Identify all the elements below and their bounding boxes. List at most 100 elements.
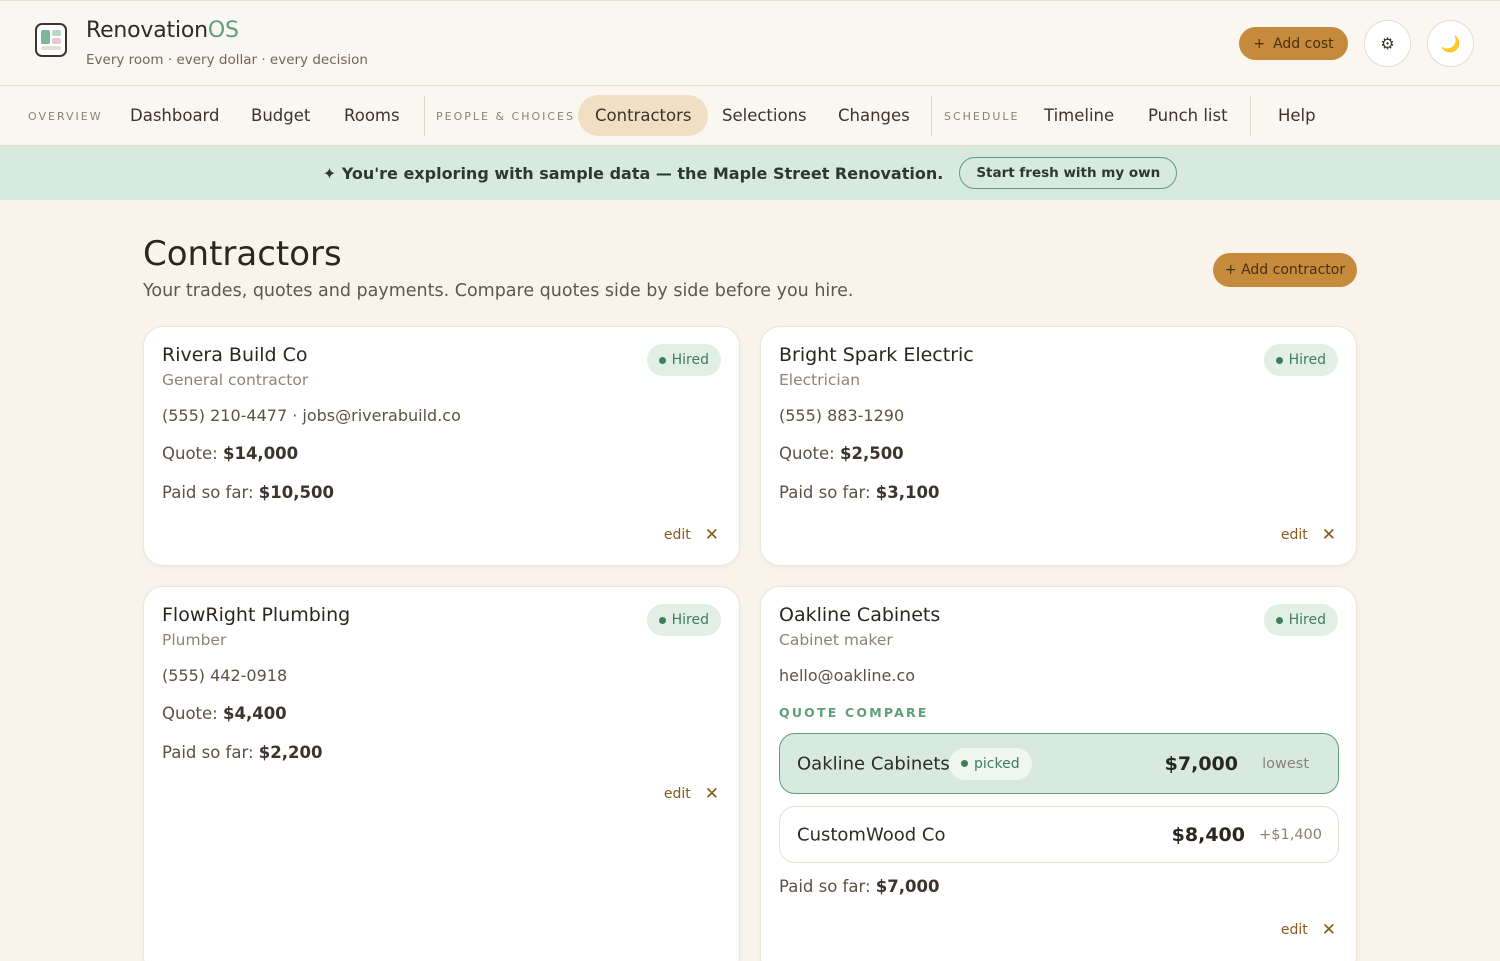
nav-item-rooms[interactable]: Rooms <box>327 95 417 136</box>
contractor-name: Bright Spark Electric <box>779 344 974 366</box>
nav-item-budget[interactable]: Budget <box>234 95 327 136</box>
contractor-contact: (555) 442-0918 <box>162 666 288 685</box>
quote-note: +$1,400 <box>1259 826 1322 843</box>
contractor-contact: (555) 883-1290 <box>779 406 905 425</box>
quote-value: $2,500 <box>839 444 904 463</box>
status-dot-icon <box>1275 356 1283 364</box>
nav-item-help[interactable]: Help <box>1261 95 1333 136</box>
status-badge: Hired <box>646 604 721 636</box>
app-brand: RenovationOS <box>86 18 239 43</box>
nav-item-dashboard[interactable]: Dashboard <box>113 95 237 136</box>
status-badge: Hired <box>1263 604 1338 636</box>
quote-vendor-name: CustomWood Co <box>797 824 946 845</box>
add-cost-label: Add cost <box>1273 35 1334 52</box>
theme-toggle-button[interactable]: 🌙 <box>1427 20 1474 67</box>
status-label: Hired <box>671 612 709 628</box>
paid-label: Paid so far: <box>779 483 871 502</box>
contractor-card: Rivera Build Co General contractor Hired… <box>143 326 740 566</box>
close-icon[interactable]: ✕ <box>705 525 719 545</box>
quote-compare-row-picked[interactable]: Oakline Cabinets picked $7,000 lowest <box>779 733 1339 794</box>
start-fresh-button[interactable]: Start fresh with my own <box>959 157 1178 189</box>
page-subtitle: Your trades, quotes and payments. Compar… <box>143 281 854 301</box>
edit-link[interactable]: edit <box>664 786 691 802</box>
card-actions: edit ✕ <box>1281 920 1336 940</box>
paid-label: Paid so far: <box>779 877 871 896</box>
quote-label: Quote: <box>779 444 835 463</box>
paid-value: $2,200 <box>258 743 323 762</box>
contractor-contact: hello@oakline.co <box>779 666 916 685</box>
quote-line: Quote: $2,500 <box>779 444 904 463</box>
app-logo-icon <box>35 23 67 57</box>
close-icon[interactable]: ✕ <box>1322 920 1336 940</box>
paid-line: Paid so far: $10,500 <box>162 483 334 502</box>
nav-group-overview: OVERVIEW <box>28 109 103 123</box>
nav-item-selections[interactable]: Selections <box>705 95 824 136</box>
paid-value: $3,100 <box>875 483 940 502</box>
status-label: Hired <box>671 352 709 368</box>
contractor-card: FlowRight Plumbing Plumber Hired (555) 4… <box>143 586 740 961</box>
close-icon[interactable]: ✕ <box>705 784 719 804</box>
settings-button[interactable]: ⚙ <box>1364 20 1411 67</box>
sample-data-banner: ✦ You're exploring with sample data — th… <box>0 146 1500 200</box>
status-dot-icon <box>658 356 666 364</box>
status-badge: Hired <box>1263 344 1338 376</box>
paid-label: Paid so far: <box>162 743 254 762</box>
add-cost-button[interactable]: + Add cost <box>1239 27 1348 60</box>
paid-value: $7,000 <box>875 877 940 896</box>
nav-item-contractors[interactable]: Contractors <box>578 95 709 136</box>
app-tagline: Every room · every dollar · every decisi… <box>86 52 368 68</box>
add-contractor-button[interactable]: + Add contractor <box>1213 253 1357 287</box>
contractor-role: Electrician <box>779 371 861 389</box>
edit-link[interactable]: edit <box>1281 922 1308 938</box>
paid-line: Paid so far: $7,000 <box>779 877 939 896</box>
contractor-name: Rivera Build Co <box>162 344 308 366</box>
status-label: Hired <box>1288 612 1326 628</box>
status-dot-icon <box>658 616 666 624</box>
quote-compare-heading: QUOTE COMPARE <box>779 705 929 720</box>
nav-item-timeline[interactable]: Timeline <box>1027 95 1131 136</box>
quote-amount: $8,400 <box>1171 823 1245 846</box>
edit-link[interactable]: edit <box>664 527 691 543</box>
quote-label: Quote: <box>162 444 218 463</box>
contractor-role: Cabinet maker <box>779 631 893 649</box>
contractor-card: Bright Spark Electric Electrician Hired … <box>760 326 1357 566</box>
nav-divider <box>931 96 932 136</box>
contractor-contact: (555) 210-4477 · jobs@riverabuild.co <box>162 406 461 425</box>
contractor-name: FlowRight Plumbing <box>162 604 351 626</box>
paid-line: Paid so far: $3,100 <box>779 483 939 502</box>
paid-line: Paid so far: $2,200 <box>162 743 322 762</box>
gear-icon: ⚙ <box>1380 34 1395 53</box>
close-icon[interactable]: ✕ <box>1322 525 1336 545</box>
nav-item-changes[interactable]: Changes <box>821 95 927 136</box>
contractor-role: Plumber <box>162 631 227 649</box>
page-title: Contractors <box>143 234 342 274</box>
edit-link[interactable]: edit <box>1281 527 1308 543</box>
contractor-card: Oakline Cabinets Cabinet maker Hired hel… <box>760 586 1357 961</box>
banner-text: ✦ You're exploring with sample data — th… <box>322 163 944 183</box>
status-badge: Hired <box>646 344 721 376</box>
quote-amount: $7,000 <box>1164 752 1238 775</box>
nav-divider <box>1250 96 1251 136</box>
picked-dot-icon <box>961 760 968 767</box>
picked-label: picked <box>974 755 1020 772</box>
moon-icon: 🌙 <box>1440 34 1461 53</box>
quote-compare-row[interactable]: CustomWood Co $8,400 +$1,400 <box>779 806 1339 863</box>
picked-badge: picked <box>949 747 1032 780</box>
card-actions: edit ✕ <box>664 784 719 804</box>
nav-item-punch-list[interactable]: Punch list <box>1131 95 1245 136</box>
quote-value: $14,000 <box>222 444 299 463</box>
nav-group-people-choices: PEOPLE & CHOICES <box>436 109 575 123</box>
paid-label: Paid so far: <box>162 483 254 502</box>
quote-note: lowest <box>1262 755 1309 772</box>
card-actions: edit ✕ <box>1281 525 1336 545</box>
plus-icon: + <box>1253 35 1266 52</box>
quote-line: Quote: $14,000 <box>162 444 298 463</box>
paid-value: $10,500 <box>258 483 334 502</box>
app-header: RenovationOS Every room · every dollar ·… <box>0 0 1500 86</box>
nav-group-schedule: SCHEDULE <box>944 109 1020 123</box>
contractor-name: Oakline Cabinets <box>779 604 941 626</box>
status-label: Hired <box>1288 352 1326 368</box>
nav-divider <box>424 96 425 136</box>
card-actions: edit ✕ <box>664 525 719 545</box>
quote-line: Quote: $4,400 <box>162 704 287 723</box>
